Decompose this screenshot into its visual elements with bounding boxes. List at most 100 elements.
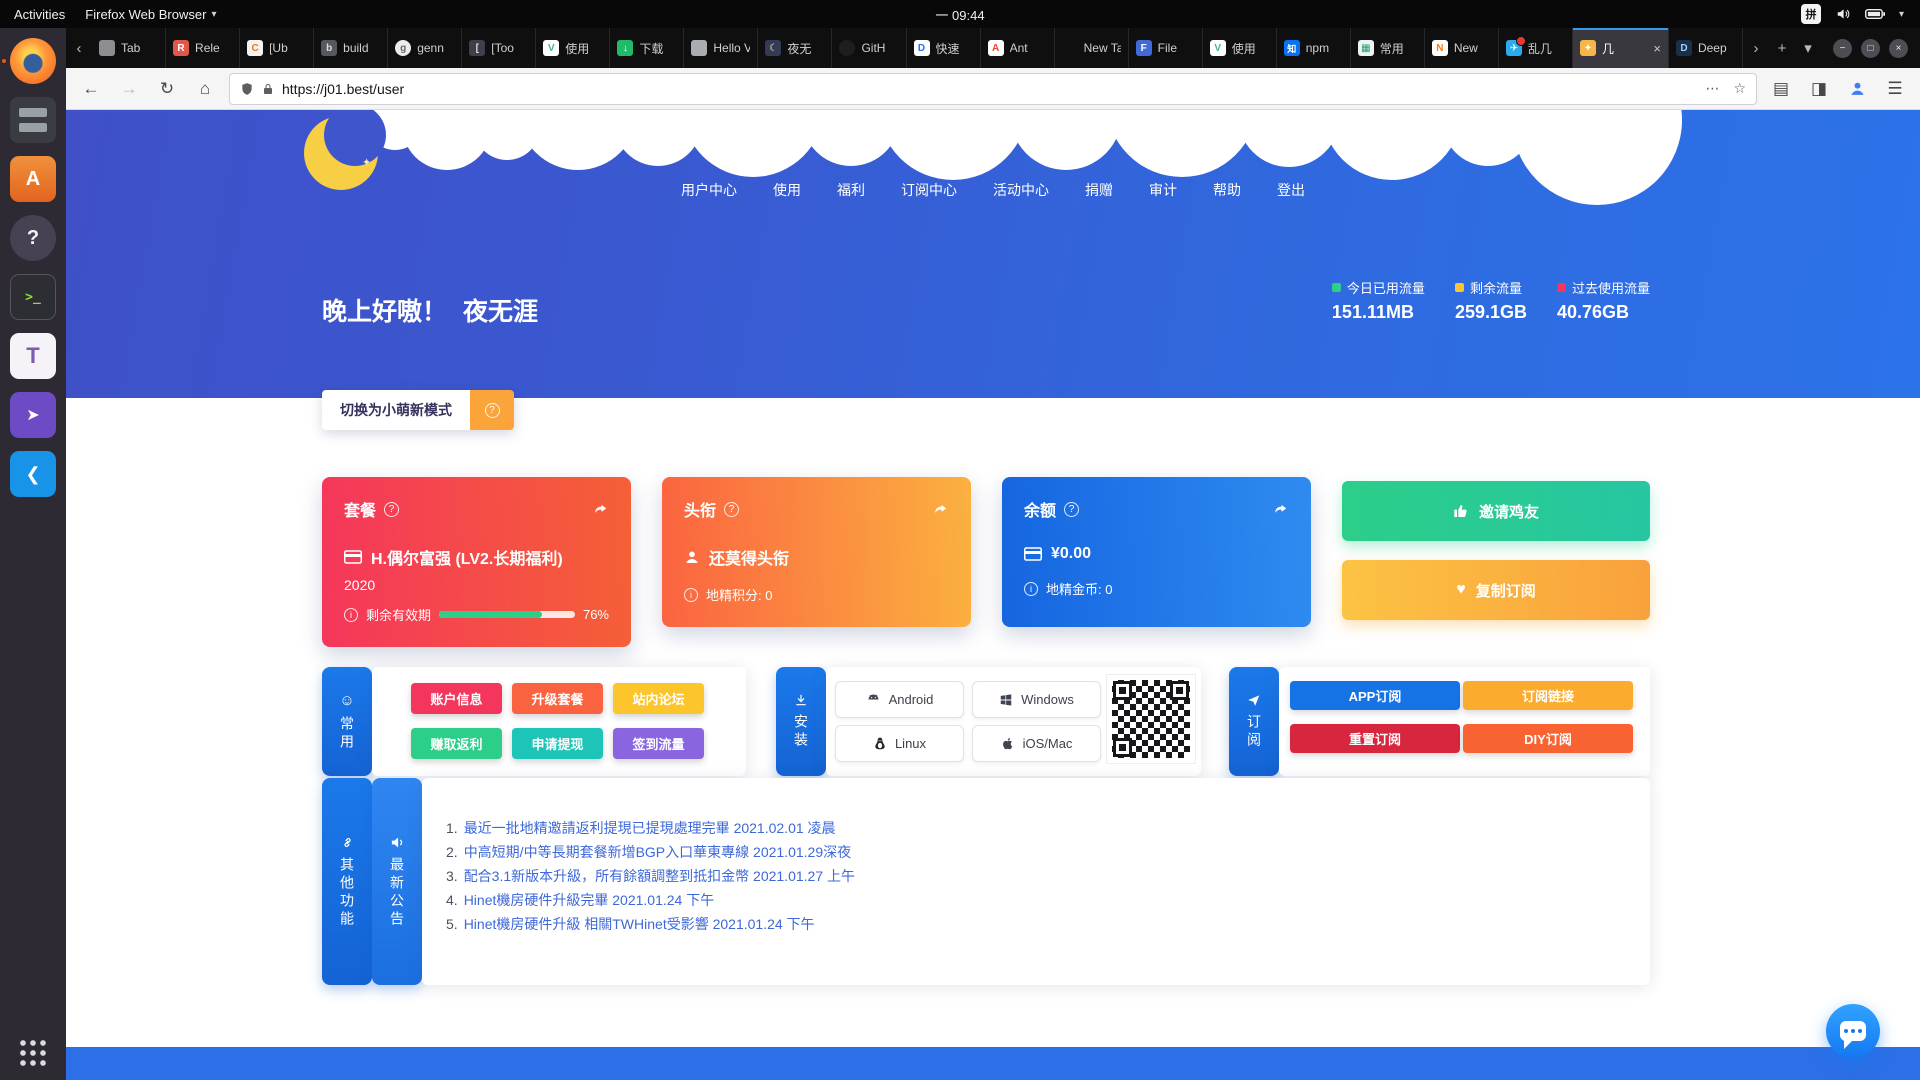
browser-tab[interactable]: [[Too [462,28,536,68]
tab-latest-news[interactable]: 最新公告 [372,778,422,985]
dock-help-icon[interactable]: ? [10,215,56,261]
input-method-indicator[interactable]: 拼 [1801,4,1821,24]
withdraw-button[interactable]: 申请提现 [512,728,603,759]
tab-close-button[interactable]: × [1653,41,1661,56]
invite-friends-button[interactable]: 邀请鸡友 [1342,481,1650,541]
nav-item-user-center[interactable]: 用户中心 [681,180,737,200]
announcement-link[interactable]: 中高短期/中等長期套餐新增BGP入口華東專線 2021.01.29深夜 [464,840,851,864]
activities-button[interactable]: Activities [14,7,65,22]
share-icon[interactable] [933,502,949,516]
nav-item-activity-center[interactable]: 活动中心 [993,180,1049,200]
reload-button[interactable]: ↻ [154,79,180,99]
os-linux-button[interactable]: Linux [835,725,964,762]
nav-item-audit[interactable]: 审计 [1149,180,1177,200]
help-icon[interactable]: ? [724,502,739,517]
browser-tab[interactable]: GitH [832,28,906,68]
browser-tab[interactable]: ☾夜无 [758,28,832,68]
browser-tab[interactable]: ↓下载 [610,28,684,68]
browser-tab[interactable]: NNew [1425,28,1499,68]
browser-tab[interactable]: ✈乱几 [1499,28,1573,68]
new-tab-button[interactable]: + [1769,28,1795,68]
nav-item-help[interactable]: 帮助 [1213,180,1241,200]
browser-tab[interactable]: Tab [92,28,166,68]
tab-scroll-left-button[interactable]: ‹ [66,28,92,68]
announcement-link[interactable]: Hinet機房硬件升級 相關TWHinet受影響 2021.01.24 下午 [464,912,815,936]
bookmark-star-icon[interactable]: ☆ [1733,80,1746,97]
browser-tab[interactable]: C[Ub [240,28,314,68]
dock-terminal-icon[interactable]: >_ [10,274,56,320]
checkin-traffic-button[interactable]: 签到流量 [613,728,704,759]
dock-builder-icon[interactable]: ➤ [10,392,56,438]
list-tabs-button[interactable]: ▾ [1795,28,1821,68]
battery-icon[interactable] [1865,8,1885,20]
browser-tab[interactable]: ▦常用 [1351,28,1425,68]
close-button[interactable]: × [1889,39,1908,58]
tab-subscribe[interactable]: 订阅 [1229,667,1279,776]
browser-tab[interactable]: New Tab [1055,28,1129,68]
nav-item-usage[interactable]: 使用 [773,180,801,200]
browser-tab[interactable]: ggenn [388,28,462,68]
account-icon[interactable] [1844,80,1870,97]
os-windows-button[interactable]: Windows [972,681,1101,718]
reset-subscription-button[interactable]: 重置订阅 [1290,724,1460,753]
tab-install[interactable]: 安装 [776,667,826,776]
browser-tab[interactable]: FFile [1129,28,1203,68]
dock-text-editor-icon[interactable]: T [10,333,56,379]
tab-scroll-right-button[interactable]: › [1743,28,1769,68]
menu-icon[interactable]: ☰ [1882,79,1908,99]
os-android-button[interactable]: Android [835,681,964,718]
dock-vscode-icon[interactable]: ❮ [10,451,56,497]
announcement-link[interactable]: 配合3.1新版本升級，所有餘額調整到抵扣金幣 2021.01.27 上午 [464,864,855,888]
diy-subscription-button[interactable]: DIY订阅 [1463,724,1633,753]
tab-other-features[interactable]: 其他功能 [322,778,372,985]
dock-firefox-icon[interactable] [10,38,56,84]
announcement-link[interactable]: 最近一批地精邀請返利提現已提現處理完畢 2021.02.01 凌晨 [464,816,836,840]
dock-ubuntu-software-icon[interactable]: A [10,156,56,202]
tab-common[interactable]: ☺ 常用 [322,667,372,776]
dock-files-icon[interactable] [10,97,56,143]
browser-tab[interactable]: bbuild [314,28,388,68]
nav-item-donate[interactable]: 捐赠 [1085,180,1113,200]
lock-icon[interactable] [262,82,274,96]
copy-subscription-button[interactable]: ♥ 复制订阅 [1342,560,1650,620]
back-button[interactable]: ← [78,79,104,99]
browser-tab-active[interactable]: ✦几× [1573,28,1669,68]
dock-show-applications-button[interactable] [18,1038,48,1068]
volume-icon[interactable] [1835,7,1851,21]
browser-tab[interactable]: DDeep [1669,28,1743,68]
announcement-link[interactable]: Hinet機房硬件升級完畢 2021.01.24 下午 [464,888,715,912]
browser-tab[interactable]: RRele [166,28,240,68]
app-subscribe-button[interactable]: APP订阅 [1290,681,1460,710]
sidebar-icon[interactable]: ◨ [1806,79,1832,99]
help-icon[interactable]: ? [1064,502,1079,517]
shield-icon[interactable] [240,81,254,97]
browser-tab[interactable]: AAnt [981,28,1055,68]
nav-item-logout[interactable]: 登出 [1277,180,1305,200]
earn-rebate-button[interactable]: 赚取返利 [411,728,502,759]
browser-tab[interactable]: V使用 [1203,28,1277,68]
upgrade-plan-button[interactable]: 升级套餐 [512,683,603,714]
maximize-button[interactable]: □ [1861,39,1880,58]
chat-widget-button[interactable] [1826,1004,1880,1058]
page-actions-icon[interactable]: ⋯ [1705,80,1719,97]
library-icon[interactable]: ▤ [1768,79,1794,99]
subscribe-link-button[interactable]: 订阅链接 [1463,681,1633,710]
mode-toggle-button[interactable]: 切换为小萌新模式 ? [322,390,514,430]
forward-button[interactable]: → [116,79,142,99]
home-button[interactable]: ⌂ [192,79,218,99]
nav-item-subscribe-center[interactable]: 订阅中心 [901,180,957,200]
nav-item-welfare[interactable]: 福利 [837,180,865,200]
share-icon[interactable] [1273,502,1289,516]
app-menu-button[interactable]: Firefox Web Browser ▾ [85,7,216,22]
help-icon[interactable]: ? [384,502,399,517]
browser-tab[interactable]: V使用 [536,28,610,68]
forum-button[interactable]: 站内论坛 [613,683,704,714]
url-bar[interactable]: https://j01.best/user ⋯ ☆ [230,74,1756,104]
os-ios-mac-button[interactable]: iOS/Mac [972,725,1101,762]
browser-tab[interactable]: Hello Vu [684,28,758,68]
share-icon[interactable] [593,502,609,516]
account-info-button[interactable]: 账户信息 [411,683,502,714]
browser-tab[interactable]: D快速 [907,28,981,68]
browser-tab[interactable]: 知npm [1277,28,1351,68]
system-menu-chevron-icon[interactable]: ▾ [1899,9,1904,20]
